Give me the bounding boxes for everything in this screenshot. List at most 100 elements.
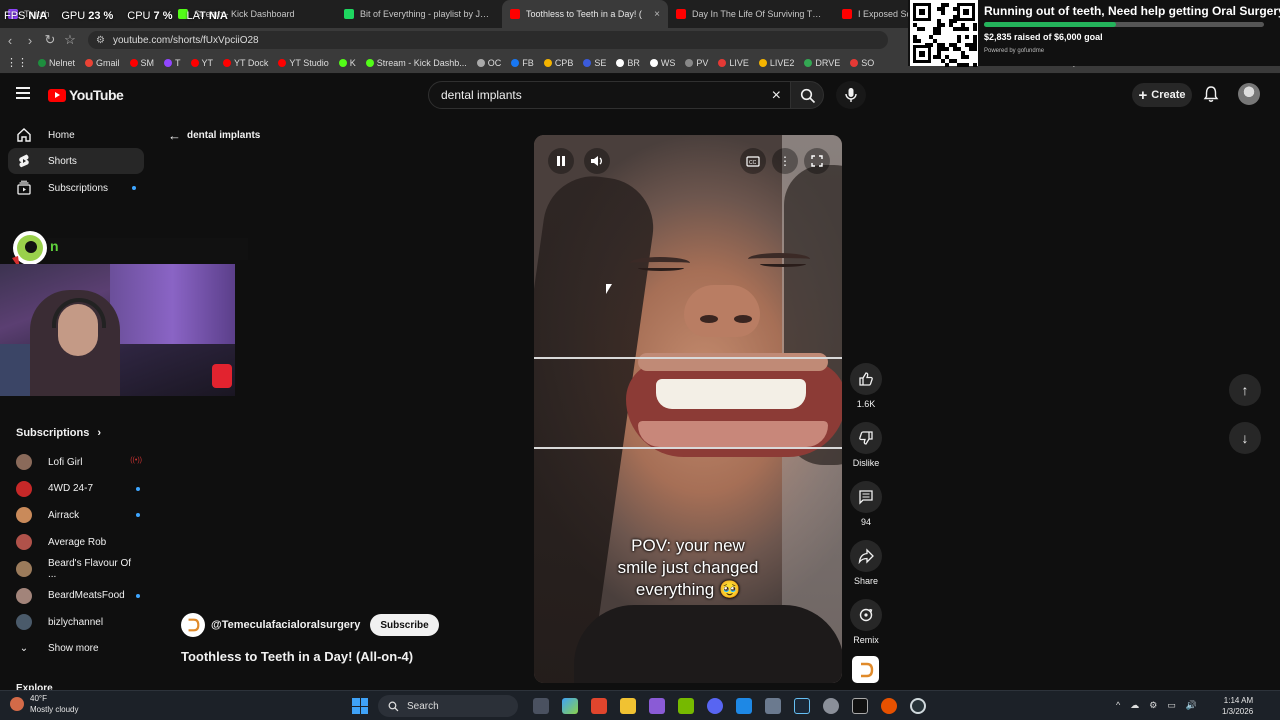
weather-widget[interactable]: 40°F Mostly cloudy xyxy=(10,693,78,715)
network-icon[interactable]: ▭ xyxy=(1167,700,1176,711)
app-orange-icon[interactable] xyxy=(881,698,897,714)
app-dark-icon[interactable] xyxy=(852,698,868,714)
app-purple-icon[interactable] xyxy=(649,698,665,714)
bookmark-item[interactable]: Nelnet xyxy=(38,58,75,68)
voice-search-button[interactable] xyxy=(836,81,866,109)
bookmark-item[interactable]: WS xyxy=(649,58,675,68)
back-to-search-link[interactable]: ← dental implants xyxy=(168,128,260,143)
subscription-item[interactable]: Average Rob xyxy=(16,532,136,552)
site-info-icon[interactable]: ⚙ xyxy=(96,35,105,46)
bookmark-item[interactable]: SM xyxy=(129,58,154,68)
notifications-bell-icon[interactable] xyxy=(1202,85,1220,103)
app-circle-icon[interactable] xyxy=(910,698,926,714)
bookmark-item[interactable]: T xyxy=(164,58,181,68)
subscription-item[interactable]: Beard's Flavour Of ... xyxy=(16,558,136,580)
bookmark-item[interactable]: DRVE xyxy=(804,58,840,68)
reload-icon[interactable]: ↻ xyxy=(40,32,60,48)
comments-button[interactable]: 94 xyxy=(846,481,886,527)
show-more-button[interactable]: ⌄ Show more xyxy=(16,638,136,658)
sidebar-item-home[interactable]: Home xyxy=(8,122,144,148)
subscription-name: bizlychannel xyxy=(48,616,104,628)
bookmark-item[interactable]: YT Dock xyxy=(223,58,268,68)
file-explorer-icon[interactable] xyxy=(620,698,636,714)
previous-short-button[interactable]: ↑ xyxy=(1229,374,1261,406)
tray-app-icon[interactable]: ⚙ xyxy=(1149,700,1157,711)
search-input[interactable]: dental implants × xyxy=(428,81,792,109)
fullscreen-button[interactable] xyxy=(804,148,830,174)
cloud-icon[interactable]: ☁ xyxy=(1130,700,1139,711)
channel-thumbnail[interactable] xyxy=(852,656,879,683)
volume-tray-icon[interactable]: 🔊 xyxy=(1186,700,1197,711)
nvidia-icon[interactable] xyxy=(678,698,694,714)
forward-nav-icon[interactable]: › xyxy=(20,33,40,48)
subscription-item[interactable]: 4WD 24-7 xyxy=(16,479,140,499)
bookmark-label: YT Studio xyxy=(289,57,329,68)
remix-button[interactable]: Remix xyxy=(846,599,886,645)
bookmark-item[interactable]: Gmail xyxy=(85,58,120,68)
mute-button[interactable] xyxy=(584,148,610,174)
bookmark-item[interactable]: PV xyxy=(685,58,708,68)
explore-header-partial: Explore xyxy=(16,683,53,690)
dislike-button[interactable]: Dislike xyxy=(846,422,886,468)
captions-button[interactable]: CC xyxy=(740,148,766,174)
tab-close-icon[interactable]: × xyxy=(654,9,660,20)
browser-tab[interactable]: Bit of Everything - playlist by Jeep W xyxy=(336,0,502,28)
browser-tab[interactable]: Toothless to Teeth in a Day! (× xyxy=(502,0,668,28)
bookmark-item[interactable]: CPB xyxy=(543,58,573,68)
bookmark-item[interactable]: Stream - Kick Dashb... xyxy=(365,58,467,68)
notepad-icon[interactable] xyxy=(765,698,781,714)
channel-handle[interactable]: @Temeculafacialoralsurgery xyxy=(211,619,360,631)
share-button[interactable]: Share xyxy=(846,540,886,586)
browser-tab[interactable]: Day In The Life Of Surviving The Mo xyxy=(668,0,834,28)
clock-time: 1:14 AM xyxy=(1223,696,1254,705)
bookmark-item[interactable]: FB xyxy=(511,58,534,68)
bookmark-label: OC xyxy=(487,57,502,68)
bookmark-item[interactable]: YT Studio xyxy=(278,57,329,68)
chevron-up-icon[interactable]: ^ xyxy=(1116,700,1120,711)
bookmark-item[interactable]: SE xyxy=(583,58,606,68)
bookmark-item[interactable]: LIVE2 xyxy=(758,58,794,68)
bookmark-item[interactable]: OC xyxy=(476,57,502,68)
back-nav-icon[interactable]: ‹ xyxy=(0,33,20,48)
steam-icon[interactable] xyxy=(794,698,810,714)
url-field[interactable]: ⚙ youtube.com/shorts/fUxVpciiO28 xyxy=(88,31,888,49)
apps-grid-icon[interactable]: ⋮⋮ xyxy=(6,56,28,69)
windows-start-icon[interactable] xyxy=(352,698,368,714)
create-button[interactable]: + Create xyxy=(1132,83,1192,107)
sidebar-item-subscriptions[interactable]: Subscriptions xyxy=(8,175,144,201)
bookmark-favicon-icon xyxy=(38,58,46,67)
bookmark-item[interactable]: YT xyxy=(190,58,213,68)
subscriptions-header[interactable]: Subscriptions › xyxy=(16,427,101,439)
edge-icon[interactable] xyxy=(736,698,752,714)
copilot-icon[interactable] xyxy=(562,698,578,714)
subscription-item[interactable]: Airrack xyxy=(16,505,140,525)
video-title[interactable]: Toothless to Teeth in a Day! (All-on-4) xyxy=(181,649,413,664)
more-options-button[interactable]: ⋮ xyxy=(772,148,798,174)
channel-avatar[interactable] xyxy=(181,613,205,637)
bookmark-item[interactable]: K xyxy=(338,58,356,68)
bookmark-item[interactable]: LIVE xyxy=(718,58,749,68)
bookmark-star-icon[interactable]: ☆ xyxy=(60,32,80,48)
search-button[interactable] xyxy=(790,81,824,109)
subscribe-button[interactable]: Subscribe xyxy=(370,614,439,636)
discord-icon[interactable] xyxy=(707,698,723,714)
subscription-item[interactable]: bizlychannel xyxy=(16,612,136,632)
system-clock[interactable]: 1:14 AM 1/3/2026 xyxy=(1222,695,1253,717)
brave-browser-icon[interactable] xyxy=(591,698,607,714)
clear-search-icon[interactable]: × xyxy=(772,87,781,105)
bookmark-item[interactable]: SO xyxy=(850,58,874,68)
obs-icon[interactable] xyxy=(823,698,839,714)
sidebar-item-shorts[interactable]: Shorts xyxy=(8,148,144,174)
like-button[interactable]: 1.6K xyxy=(846,363,886,409)
pause-button[interactable] xyxy=(548,148,574,174)
youtube-logo[interactable]: YouTube xyxy=(48,87,124,103)
subscription-item[interactable]: BeardMeatsFood xyxy=(16,586,140,606)
subscription-item[interactable]: Lofi Girl ((•)) xyxy=(16,452,142,472)
hamburger-menu-icon[interactable] xyxy=(16,87,30,99)
account-avatar[interactable] xyxy=(1238,83,1260,105)
task-view-icon[interactable] xyxy=(533,698,549,714)
next-short-button[interactable]: ↓ xyxy=(1229,422,1261,454)
bookmark-item[interactable]: BR xyxy=(616,58,640,68)
taskbar-search[interactable]: Search xyxy=(378,695,518,717)
shorts-video-player[interactable]: CC ⋮ POV: your new smile just changed ev… xyxy=(534,135,842,683)
